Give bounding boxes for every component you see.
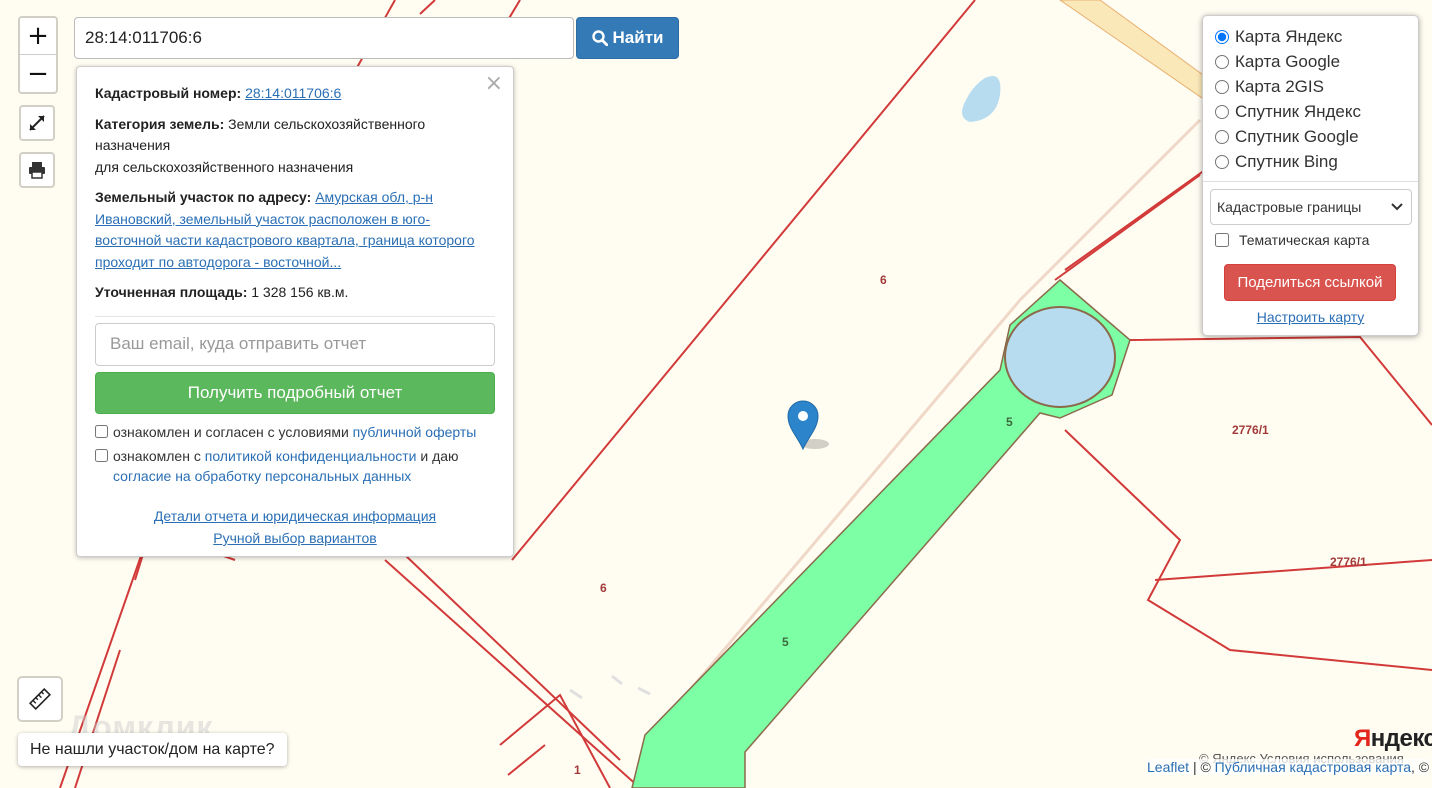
measure-button[interactable] (17, 676, 63, 722)
zoom-out-button[interactable]: − (20, 55, 56, 92)
attribution-trailer: , © (1411, 759, 1430, 775)
zoom-in-button[interactable]: + (20, 18, 56, 55)
trace-marks (569, 674, 651, 700)
personal-data-consent-link[interactable]: согласие на обработку персональных данны… (113, 468, 411, 484)
search-button[interactable]: Найти (576, 17, 679, 59)
not-found-button[interactable]: Не нашли участок/дом на карте? (18, 733, 287, 766)
area-value: 1 328 156 кв.м. (251, 284, 349, 300)
parcel-label: 5 (1006, 415, 1013, 429)
layer-radio[interactable] (1215, 129, 1229, 144)
cadastral-number-label: Кадастровый номер: (95, 85, 242, 101)
get-report-button[interactable]: Получить подробный отчет (95, 371, 495, 414)
layer-radio[interactable] (1215, 154, 1229, 169)
layer-option-label: Спутник Bing (1235, 151, 1338, 171)
email-field[interactable] (95, 322, 495, 366)
location-marker-icon[interactable] (787, 400, 829, 451)
layer-option[interactable]: Карта 2GIS (1215, 74, 1410, 99)
pond (962, 76, 1001, 122)
road-stripe (1059, 0, 1211, 101)
cadastral-number-row: Кадастровый номер: 28:14:011706:6 (95, 83, 495, 105)
address-row: Земельный участок по адресу: Амурская об… (95, 187, 495, 273)
fullscreen-button[interactable] (19, 105, 55, 141)
close-icon[interactable]: × (485, 73, 503, 95)
layer-option[interactable]: Спутник Яндекс (1215, 99, 1410, 124)
layer-option-label: Карта Яндекс (1235, 26, 1343, 46)
printer-icon (29, 162, 45, 179)
privacy-policy-link[interactable]: политикой конфиденциальности (205, 448, 417, 464)
parcel-info-popup: × Кадастровый номер: 28:14:011706:6 Кате… (76, 66, 514, 557)
privacy-consent-text: ознакомлен с политикой конфиденциальност… (113, 447, 459, 484)
attribution-separator: | © (1192, 759, 1211, 775)
thematic-map-checkbox[interactable] (1215, 233, 1229, 247)
layer-option-label: Спутник Google (1235, 126, 1359, 146)
parcel-label: 5 (782, 635, 789, 649)
leaflet-link[interactable]: Leaflet (1147, 759, 1189, 775)
layer-option[interactable]: Карта Яндекс (1215, 24, 1410, 49)
offer-consent-checkbox[interactable] (95, 424, 108, 438)
public-offer-link[interactable]: публичной оферты (353, 424, 477, 440)
privacy-consent-row: ознакомлен с политикой конфиденциальност… (95, 446, 495, 486)
layer-option[interactable]: Спутник Google (1215, 124, 1410, 149)
land-purpose-value: для сельскохозяйственного назначения (95, 158, 354, 175)
layer-radio[interactable] (1215, 29, 1229, 44)
cadastral-number-link[interactable]: 28:14:011706:6 (245, 85, 341, 101)
parcel-label: 2776/1 (1232, 423, 1269, 437)
layers-divider (1203, 181, 1418, 182)
lake (1004, 306, 1116, 408)
zoom-control: + − (18, 16, 58, 94)
parcel-label: 1 (574, 763, 581, 777)
popup-footer-links: Детали отчета и юридическая информация Р… (77, 505, 513, 549)
area-row: Уточненная площадь: 1 328 156 кв.м. (95, 282, 495, 304)
map-attribution: Leaflet | © Публичная кадастровая карта,… (1147, 759, 1430, 775)
pkk-link[interactable]: Публичная кадастровая карта (1215, 759, 1411, 775)
parcel-label: 6 (600, 581, 607, 595)
layers-panel: Карта Яндекс Карта Google Карта 2GIS Спу… (1202, 15, 1419, 336)
search-button-label: Найти (612, 28, 664, 47)
overlay-select[interactable]: Кадастровые границы (1210, 189, 1412, 225)
land-category-label: Категория земель: (95, 115, 225, 132)
layer-radio[interactable] (1215, 54, 1229, 69)
yandex-logo: Яндекс (1354, 725, 1432, 752)
layer-option-label: Спутник Яндекс (1235, 101, 1361, 121)
layer-option-label: Карта Google (1235, 51, 1341, 71)
overlay-select-value: Кадастровые границы (1217, 199, 1362, 215)
field-road (688, 118, 1202, 691)
parcel-label: 6 (880, 273, 887, 287)
parcel-label: 2776/1 (1330, 555, 1367, 569)
print-button[interactable] (19, 152, 55, 188)
configure-map-link[interactable]: Настроить карту (1257, 309, 1365, 325)
layer-radio[interactable] (1215, 104, 1229, 119)
layer-option[interactable]: Спутник Bing (1215, 149, 1410, 174)
search-input[interactable] (74, 17, 574, 59)
offer-consent-row: ознакомлен и согласен с условиями публич… (95, 422, 495, 442)
search-icon (591, 30, 608, 46)
address-label: Земельный участок по адресу: (95, 189, 312, 205)
ruler-icon (29, 688, 51, 710)
layer-radio[interactable] (1215, 79, 1229, 94)
privacy-consent-checkbox[interactable] (95, 448, 108, 462)
manual-selection-link[interactable]: Ручной выбор вариантов (213, 530, 377, 546)
offer-consent-text: ознакомлен и согласен с условиями публич… (113, 423, 477, 440)
thematic-map-label: Тематическая карта (1239, 232, 1370, 248)
thematic-map-row[interactable]: Тематическая карта (1215, 232, 1410, 248)
popup-divider (95, 315, 495, 317)
chevron-down-icon (1391, 203, 1403, 211)
layer-option-label: Карта 2GIS (1235, 76, 1324, 96)
share-link-button[interactable]: Поделиться ссылкой (1224, 264, 1396, 301)
expand-icon (29, 115, 45, 131)
area-label: Уточненная площадь: (95, 284, 248, 300)
report-details-link[interactable]: Детали отчета и юридическая информация (154, 508, 436, 524)
land-category-row: Категория земель: Земли сельскохозяйстве… (95, 114, 495, 179)
layer-option[interactable]: Карта Google (1215, 49, 1410, 74)
